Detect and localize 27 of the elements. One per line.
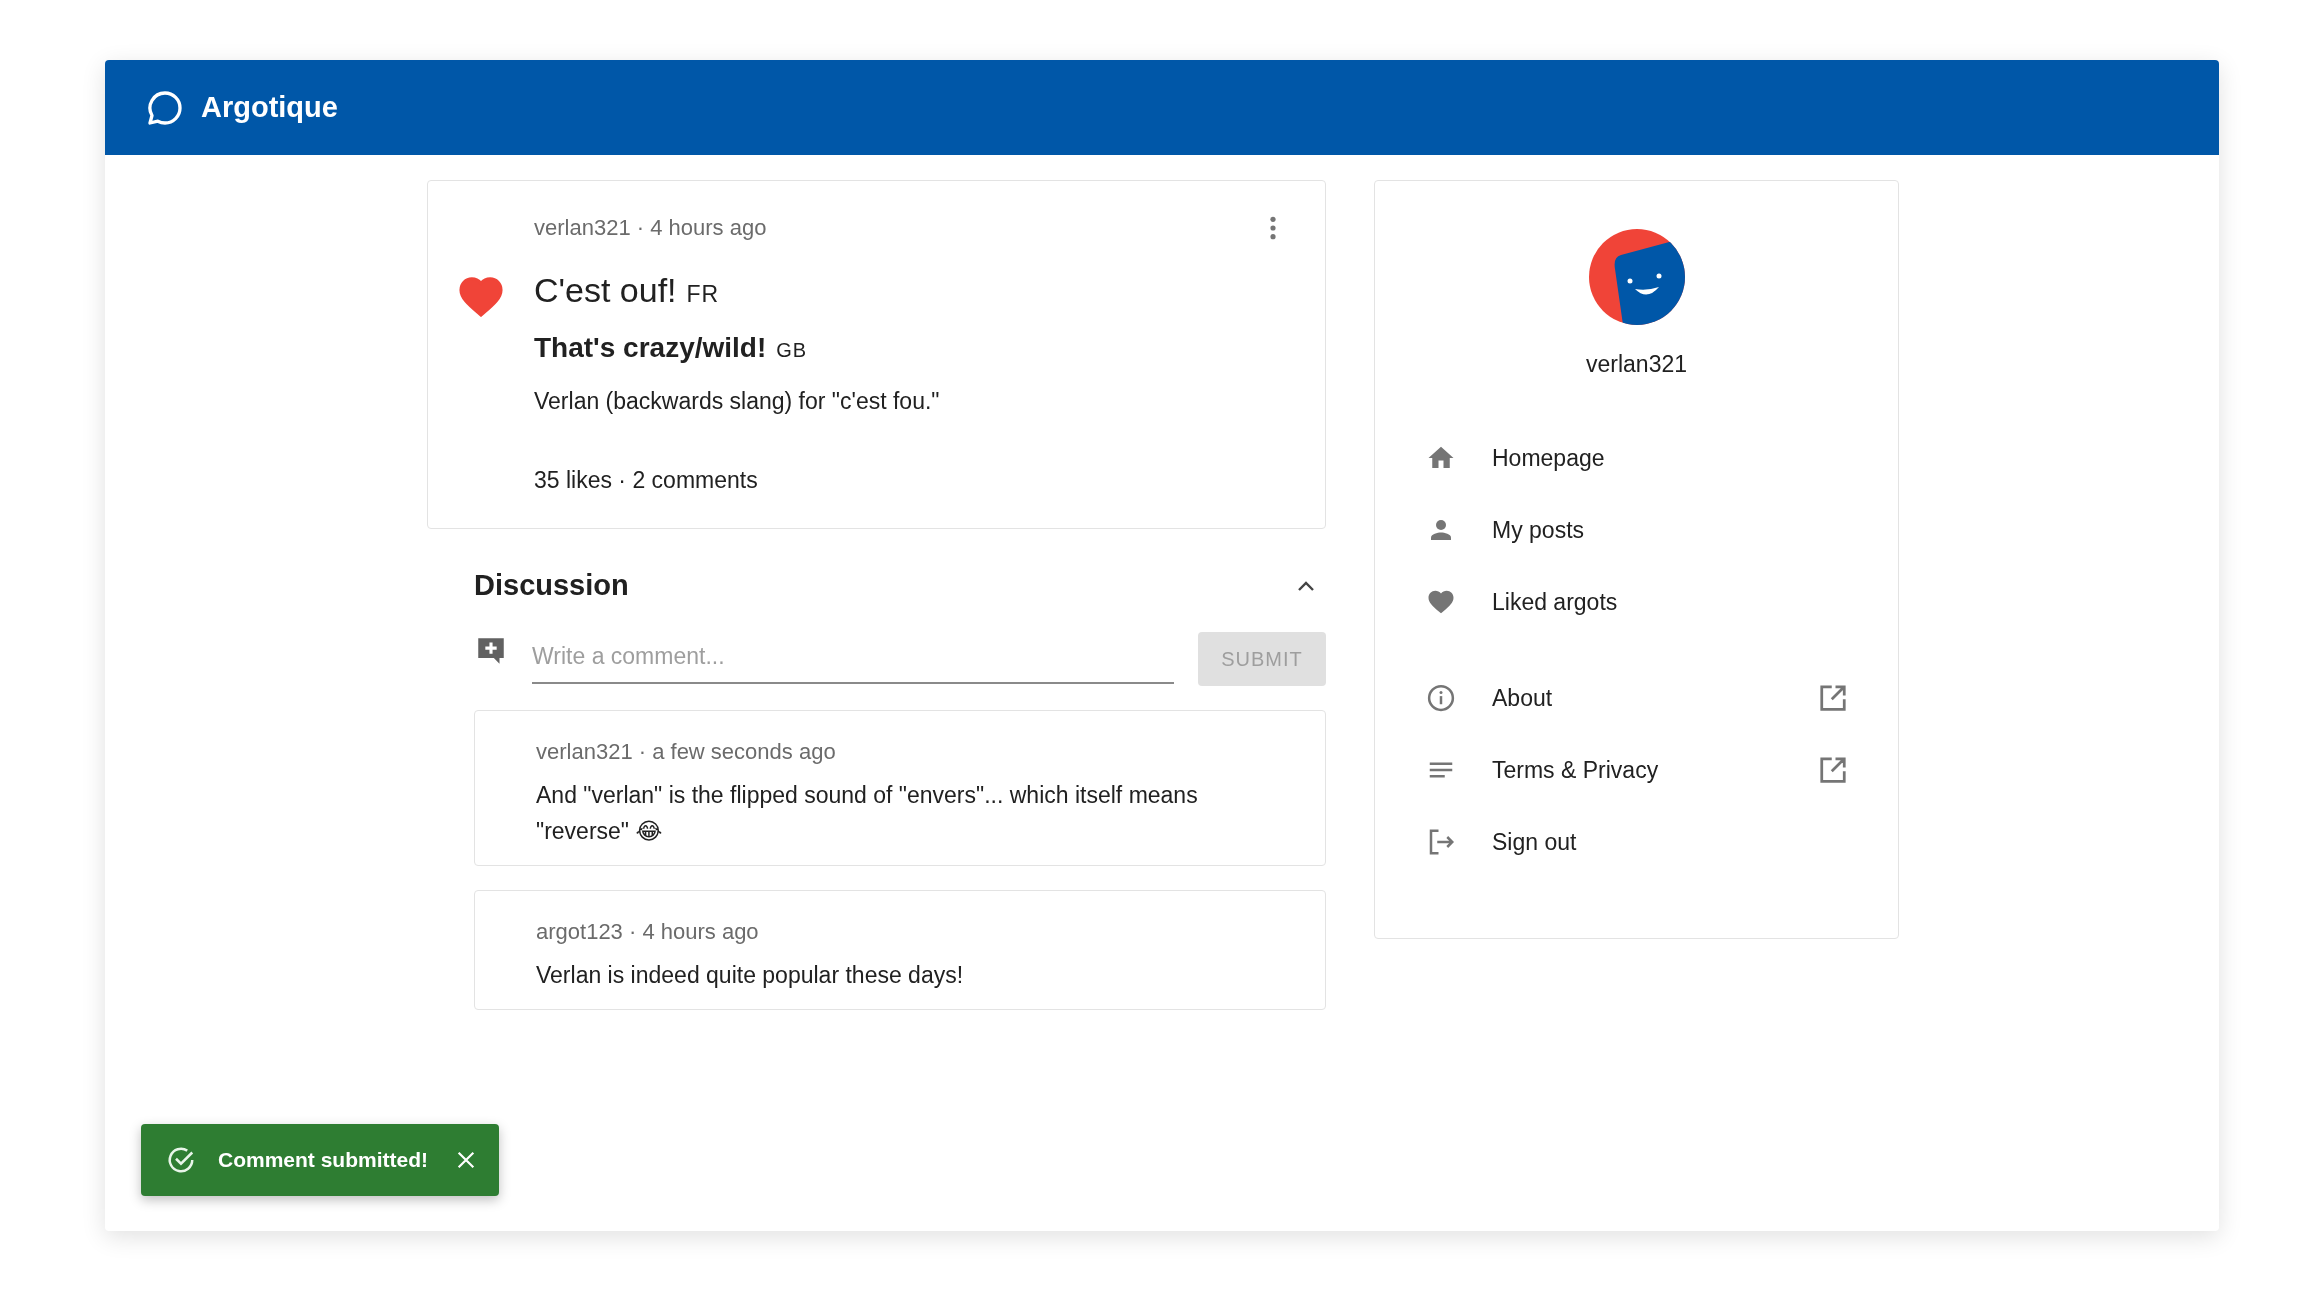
post-description: Verlan (backwards slang) for "c'est fou." bbox=[534, 388, 940, 415]
nav-item[interactable]: My posts bbox=[1375, 494, 1898, 566]
more-options-icon[interactable] bbox=[1269, 215, 1277, 241]
slang-phrase: C'est ouf! bbox=[534, 271, 677, 310]
nav-item[interactable]: Sign out bbox=[1375, 806, 1898, 878]
nav-item[interactable]: About bbox=[1375, 662, 1898, 734]
nav-item[interactable]: Homepage bbox=[1375, 422, 1898, 494]
heart-icon[interactable] bbox=[458, 275, 504, 317]
comment-field[interactable]: Write a comment... bbox=[532, 634, 1174, 684]
toast-message: Comment submitted! bbox=[218, 1148, 429, 1172]
comment-text: Verlan is indeed quite popular these days! bbox=[536, 961, 965, 990]
comment-text: And "verlan" is the flipped sound of "envers"... which itself means "reverse" 😂 bbox=[536, 781, 1199, 846]
language-code: FR bbox=[686, 281, 720, 308]
comment-meta: argot123 · 4 hours ago bbox=[536, 919, 759, 944]
profile-username: verlan321 bbox=[1586, 351, 1687, 378]
language-code: GB bbox=[776, 339, 808, 362]
translation: That's crazy/wild! bbox=[534, 332, 767, 364]
nav-item[interactable]: Terms & Privacy bbox=[1375, 734, 1898, 806]
app-title: Argotique bbox=[201, 91, 338, 124]
nav-item[interactable]: Liked argots bbox=[1375, 566, 1898, 638]
discussion-heading: Discussion bbox=[474, 569, 629, 602]
check-circle-icon bbox=[166, 1145, 196, 1175]
close-icon[interactable] bbox=[455, 1149, 477, 1171]
post-meta: verlan321 · 4 hours ago bbox=[534, 215, 767, 241]
comment-meta: verlan321 · a few seconds ago bbox=[536, 739, 836, 764]
post-stats: 35 likes · 2 comments bbox=[534, 467, 759, 494]
info-icon bbox=[1426, 683, 1456, 713]
